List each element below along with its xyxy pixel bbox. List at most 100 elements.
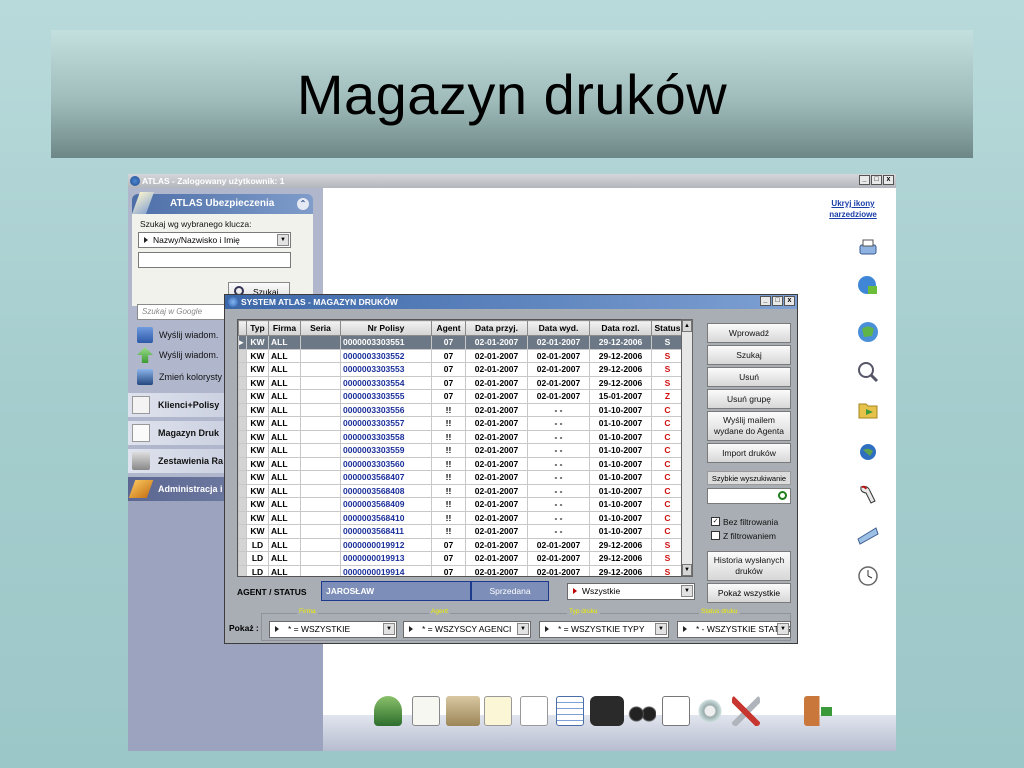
row-selector[interactable]	[238, 429, 247, 444]
globe-small-icon[interactable]	[856, 440, 880, 464]
printer-icon[interactable]	[856, 236, 880, 260]
clock-icon[interactable]	[856, 564, 880, 588]
person-card-icon[interactable]	[412, 696, 440, 726]
dropdown-arrow-icon[interactable]: ▼	[277, 234, 289, 246]
row-selector[interactable]	[238, 524, 247, 539]
show-all-button[interactable]: Pokaż wszystkie	[707, 583, 791, 603]
row-selector[interactable]	[238, 497, 247, 512]
table-row[interactable]: KW ALL 0000003303556!! 02-01-2007- -01-10-2…	[238, 402, 684, 417]
table-row[interactable]: KW ALL 0000003303559!! 02-01-2007- -01-10-2…	[238, 443, 684, 458]
globe-icon[interactable]	[856, 320, 880, 344]
dropdown-arrow-icon[interactable]: ▼	[517, 623, 529, 635]
scroll-up-icon[interactable]: ▲	[682, 320, 692, 332]
presentation-icon[interactable]	[662, 696, 690, 726]
row-selector[interactable]	[238, 402, 247, 417]
dialog-close-button[interactable]: x	[784, 296, 795, 306]
table-row[interactable]: ▸ KW ALL 0000003303551 07 02-01-2007 02-01-200…	[238, 335, 684, 350]
search-input[interactable]	[138, 252, 291, 268]
dropdown-arrow-icon[interactable]: ▼	[383, 623, 395, 635]
table-row[interactable]: KW ALL 0000003568411!! 02-01-2007- -01-10-2…	[238, 524, 684, 539]
row-selector[interactable]: ▸	[238, 335, 247, 350]
column-header[interactable]: Typ	[246, 320, 269, 336]
szukaj-button[interactable]: Szukaj	[707, 345, 791, 365]
ub-panel-header[interactable]: ATLAS Ubezpieczenia ⌃	[131, 192, 313, 214]
row-selector[interactable]	[238, 483, 247, 498]
exit-door-icon[interactable]	[804, 696, 832, 726]
row-selector[interactable]	[238, 470, 247, 485]
no-filter-checkbox[interactable]: ✓ Bez filtrowania	[711, 516, 778, 528]
column-header[interactable]: Nr Polisy	[340, 320, 432, 336]
magnifier-icon[interactable]	[856, 360, 880, 384]
gear-icon[interactable]	[696, 696, 724, 726]
table-row[interactable]: KW ALL 0000003303555 07 02-01-2007 02-01-2007…	[238, 389, 684, 404]
chevron-up-icon[interactable]: ⌃	[297, 198, 309, 210]
ruler-icon[interactable]	[856, 522, 880, 546]
column-header[interactable]: Firma	[268, 320, 301, 336]
scroll-down-icon[interactable]: ▼	[682, 564, 692, 576]
column-header[interactable]: Data przyj.	[465, 320, 528, 336]
table-scrollbar[interactable]: ▲ ▼	[681, 319, 693, 577]
usun-button[interactable]: Usuń	[707, 367, 791, 387]
folder-icon[interactable]	[856, 398, 880, 422]
dialog-minimize-button[interactable]: _	[760, 296, 771, 306]
hide-tool-icons-link[interactable]: Ukryj ikony narzedziowe	[822, 198, 884, 220]
dialog-maximize-button[interactable]: □	[772, 296, 783, 306]
typ-filter-select[interactable]: * = WSZYSTKIE TYPY ▼	[539, 621, 669, 638]
close-button[interactable]: x	[883, 175, 894, 185]
globe-lock-icon[interactable]	[856, 274, 880, 298]
pen-icon[interactable]	[856, 482, 880, 506]
column-header[interactable]: Data rozl.	[589, 320, 652, 336]
table-row[interactable]: LD ALL 0000000019914 07 02-01-2007 02-01-2007…	[238, 564, 684, 576]
row-selector[interactable]	[238, 416, 247, 431]
history-button[interactable]: Historia wysłanych druków	[707, 551, 791, 581]
table-row[interactable]: KW ALL 0000003568409!! 02-01-2007- -01-10-2…	[238, 497, 684, 512]
usun-grupe-button[interactable]: Usuń grupę	[707, 389, 791, 409]
row-selector[interactable]	[238, 348, 247, 363]
column-header[interactable]: Seria	[300, 320, 341, 336]
row-selector[interactable]	[238, 456, 247, 471]
table-row[interactable]: KW ALL 0000003303552 07 02-01-2007 02-01-2007…	[238, 348, 684, 363]
row-selector[interactable]	[238, 564, 247, 576]
dropdown-arrow-icon[interactable]: ▼	[777, 623, 789, 635]
minimize-button[interactable]: _	[859, 175, 870, 185]
send-message-action-2[interactable]: Wyślij wiadom.	[137, 345, 218, 365]
row-selector[interactable]	[238, 362, 247, 377]
dropdown-arrow-icon[interactable]: ▼	[655, 623, 667, 635]
table-row[interactable]: KW ALL 0000003303557!! 02-01-2007- -01-10-2…	[238, 416, 684, 431]
table-row[interactable]: LD ALL 0000000019913 07 02-01-2007 02-01-2007…	[238, 551, 684, 566]
quick-search-input[interactable]	[707, 488, 791, 504]
row-selector[interactable]	[238, 443, 247, 458]
table-row[interactable]: LD ALL 0000000019912 07 02-01-2007 02-01-2007…	[238, 537, 684, 552]
binoculars-icon[interactable]	[628, 696, 656, 726]
row-selector[interactable]	[238, 510, 247, 525]
send-to-agent-button[interactable]: Wyślij mailem wydane do Agenta	[707, 411, 791, 441]
row-selector[interactable]	[238, 537, 247, 552]
row-selector[interactable]	[238, 551, 247, 566]
status-filter-select[interactable]: Wszystkie ▼	[567, 583, 695, 600]
table-row[interactable]: KW ALL 0000003303554 07 02-01-2007 02-01-2007…	[238, 375, 684, 390]
change-colors-action[interactable]: Zmień kolorysty	[137, 367, 222, 387]
notepad-icon[interactable]	[484, 696, 512, 726]
agent-filter-select[interactable]: * = WSZYSCY AGENCI ▼	[403, 621, 531, 638]
document-icon[interactable]	[520, 696, 548, 726]
firma-filter-select[interactable]: * = WSZYSTKIE ▼	[269, 621, 397, 638]
spreadsheet-icon[interactable]	[556, 696, 584, 726]
tools-icon[interactable]	[732, 696, 760, 726]
search-key-select[interactable]: Nazwy/Nazwisko i Imię ▼	[138, 232, 291, 248]
camera-icon[interactable]	[590, 696, 624, 726]
wprowadz-button[interactable]: Wprowadź	[707, 323, 791, 343]
dropdown-arrow-icon[interactable]: ▼	[681, 585, 693, 597]
column-header[interactable]: Data wyd.	[527, 320, 590, 336]
status-druku-filter-select[interactable]: * - WSZYSTKIE STATUSY ▼	[677, 621, 791, 638]
send-message-action[interactable]: Wyślij wiadom.	[137, 325, 218, 345]
table-row[interactable]: KW ALL 0000003568407!! 02-01-2007- -01-10-2…	[238, 470, 684, 485]
row-selector[interactable]	[238, 389, 247, 404]
maximize-button[interactable]: □	[871, 175, 882, 185]
import-button[interactable]: Import druków	[707, 443, 791, 463]
table-row[interactable]: KW ALL 0000003568408!! 02-01-2007- -01-10-2…	[238, 483, 684, 498]
with-filter-checkbox[interactable]: Z filtrowaniem	[711, 530, 776, 542]
table-row[interactable]: KW ALL 0000003303558!! 02-01-2007- -01-10-2…	[238, 429, 684, 444]
table-row[interactable]: KW ALL 0000003303560!! 02-01-2007- -01-10-2…	[238, 456, 684, 471]
column-header[interactable]: Agent	[431, 320, 466, 336]
users-icon[interactable]	[374, 696, 402, 726]
